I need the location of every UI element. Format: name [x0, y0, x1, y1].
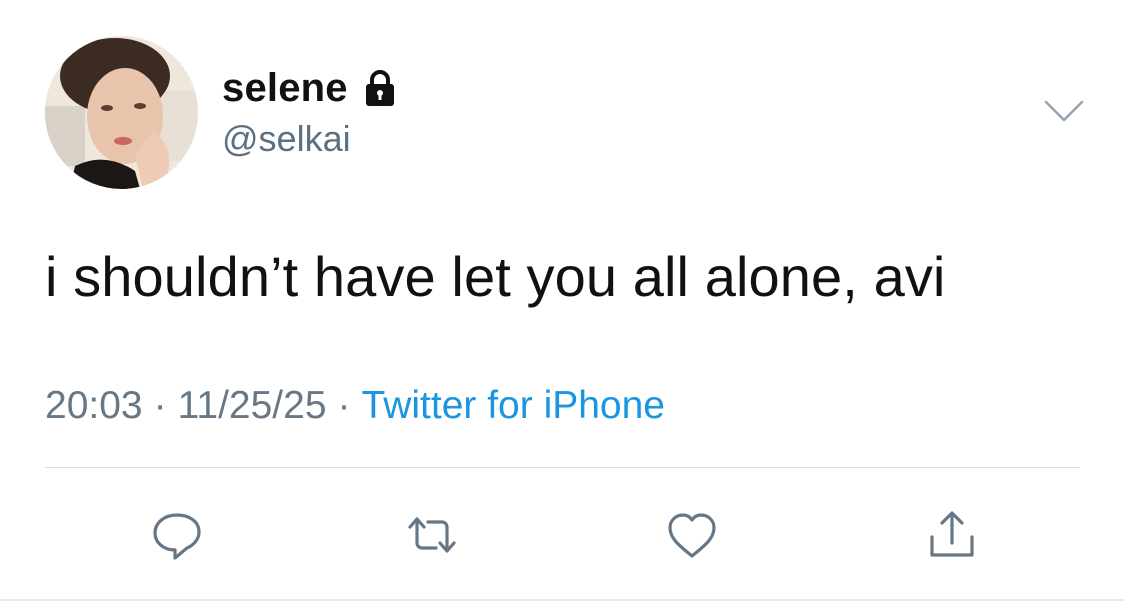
- meta-separator: ·: [337, 384, 351, 427]
- retweet-button[interactable]: [397, 500, 467, 570]
- retweet-icon: [408, 517, 456, 553]
- tweet-source-link[interactable]: Twitter for iPhone: [362, 384, 665, 428]
- tweet-meta: 20:03 · 11/25/25 · Twitter for iPhone: [45, 384, 665, 428]
- tweet-time[interactable]: 20:03: [45, 384, 143, 428]
- share-icon: [930, 511, 974, 557]
- like-button[interactable]: [657, 500, 727, 570]
- avatar[interactable]: [45, 36, 198, 189]
- divider: [45, 467, 1080, 468]
- avatar-image: [45, 36, 198, 189]
- tweet-text: i shouldn’t have let you all alone, avi: [45, 245, 946, 308]
- user-handle[interactable]: @selkai: [222, 118, 351, 160]
- tweet-card: selene @selkai i shouldn’t have let you …: [0, 0, 1125, 601]
- meta-separator: ·: [153, 384, 167, 427]
- more-options-button[interactable]: [1040, 92, 1088, 132]
- reply-button[interactable]: [142, 500, 212, 570]
- tweet-date[interactable]: 11/25/25: [178, 384, 327, 428]
- tweet-actions: [0, 500, 1125, 570]
- share-button[interactable]: [917, 500, 987, 570]
- lock-icon: [360, 68, 400, 108]
- display-name[interactable]: selene: [222, 66, 348, 111]
- heart-icon: [668, 513, 716, 558]
- chevron-down-icon: [1044, 100, 1084, 122]
- user-name-row: selene: [222, 62, 400, 114]
- comment-icon: [153, 513, 201, 560]
